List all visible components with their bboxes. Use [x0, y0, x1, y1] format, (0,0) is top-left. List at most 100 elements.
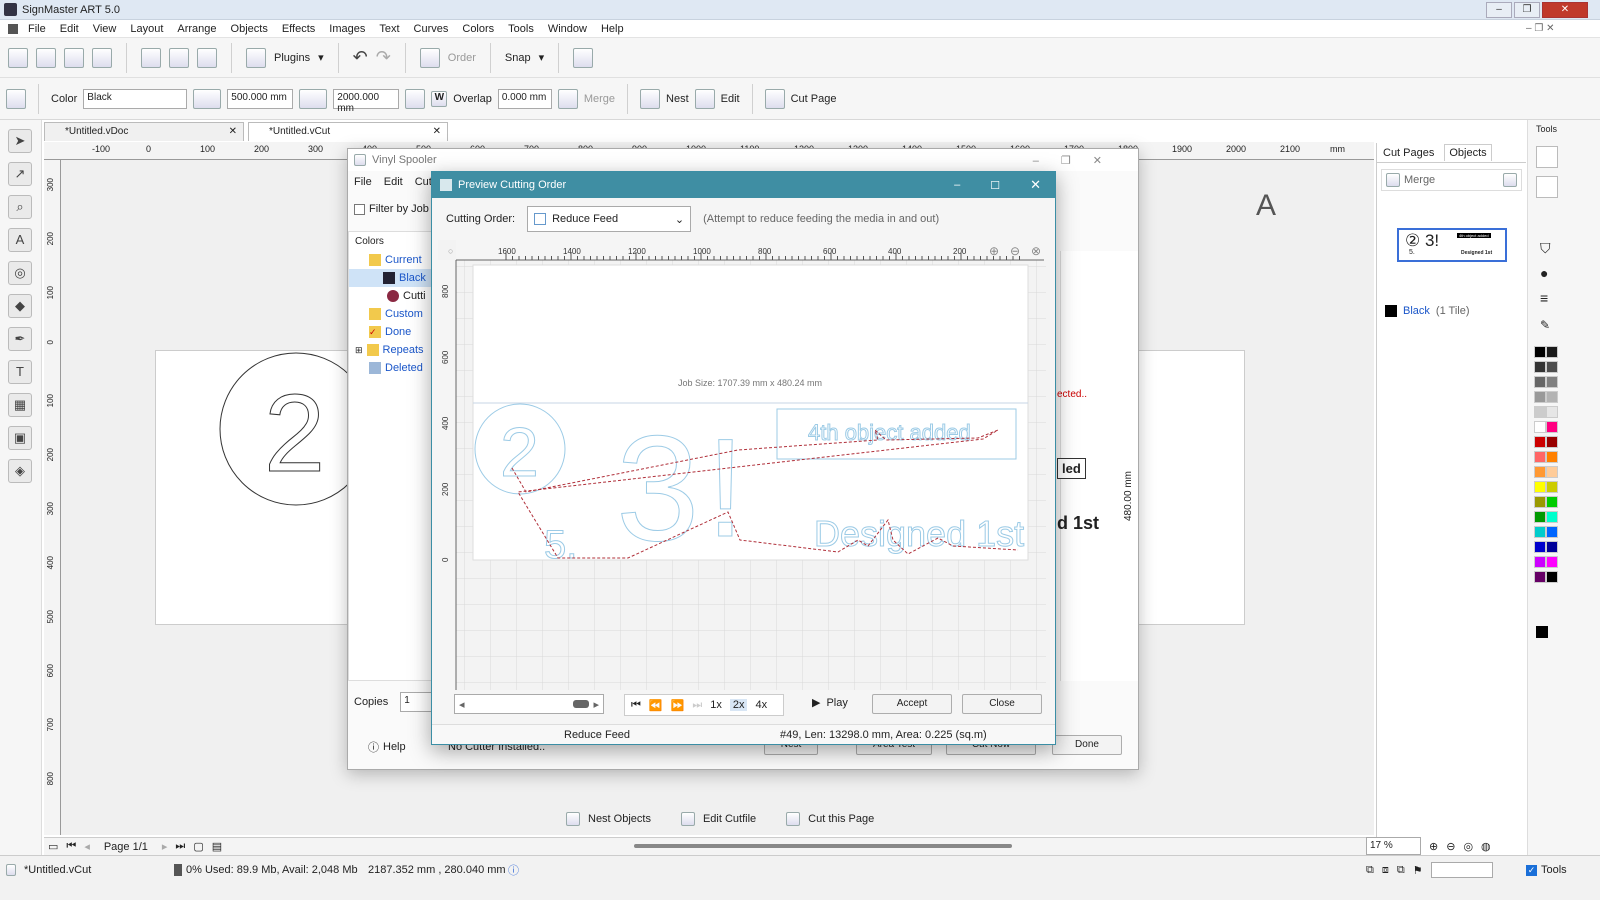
preview-viewport[interactable]: 1600 1400 1200 1000 800 600 400 200 80060040020…: [438, 240, 1050, 690]
chevron-down-icon[interactable]: ▾: [318, 51, 324, 64]
page-options-icon[interactable]: [1503, 173, 1517, 187]
tab-objects[interactable]: Objects: [1444, 144, 1492, 161]
lines-icon[interactable]: ≡: [1540, 290, 1548, 306]
menu-file[interactable]: File: [28, 23, 46, 35]
zoom-glass-icon[interactable]: ○: [448, 246, 453, 256]
text-tool-icon[interactable]: A: [8, 228, 32, 252]
spooler-window-controls[interactable]: –❐✕: [1033, 154, 1124, 167]
palette-swatch[interactable]: [1534, 451, 1546, 463]
palette-swatch[interactable]: [1534, 571, 1546, 583]
zoom-out-icon[interactable]: ⊖: [1446, 840, 1455, 853]
dialog-minimize-button[interactable]: –: [954, 179, 960, 191]
tree-item-deleted[interactable]: Deleted: [349, 359, 431, 377]
palette-swatch[interactable]: [1546, 346, 1558, 358]
speed-2x[interactable]: 2x: [729, 699, 748, 711]
menu-effects[interactable]: Effects: [282, 23, 315, 35]
palette-swatch[interactable]: [1546, 481, 1558, 493]
menu-edit[interactable]: Edit: [60, 23, 79, 35]
close-app-button[interactable]: ✕: [1542, 2, 1588, 18]
pen-tool-icon[interactable]: ✒: [8, 327, 32, 351]
palette-swatch[interactable]: [1546, 451, 1558, 463]
status-input[interactable]: [1430, 862, 1493, 878]
tab-vcut[interactable]: *Untitled.vCut ✕: [248, 122, 448, 141]
nest-icon[interactable]: [640, 88, 661, 109]
media-width-field[interactable]: 500.000 mm: [227, 88, 294, 109]
edit-icon[interactable]: [694, 88, 715, 109]
shape-tool-icon[interactable]: ◎: [8, 261, 32, 285]
filter-checkbox[interactable]: [354, 203, 365, 215]
node-edit-icon[interactable]: ↗: [8, 162, 32, 186]
nest-objects-button[interactable]: Nest Objects: [588, 813, 651, 825]
cut-page-icon[interactable]: [764, 88, 785, 109]
nest-button[interactable]: Nest: [666, 93, 689, 105]
plugins-icon[interactable]: [246, 47, 266, 68]
pencil-icon[interactable]: ✎: [1540, 318, 1550, 332]
maximize-button[interactable]: ❐: [1514, 2, 1540, 18]
cut-page-thumbnail[interactable]: ② 3! 5. 4th object added Designed 1st: [1397, 228, 1507, 262]
scroll-right-icon[interactable]: ▸: [593, 698, 599, 711]
snap-button[interactable]: Snap: [505, 52, 531, 64]
play-button[interactable]: ▶ Play: [812, 696, 848, 710]
menu-view[interactable]: View: [93, 23, 117, 35]
color-entry[interactable]: Black (1 Tile): [1385, 305, 1470, 317]
palette-swatch[interactable]: [1546, 556, 1558, 568]
step-back-icon[interactable]: ⏪: [649, 699, 663, 712]
copies-field[interactable]: 1: [400, 692, 435, 712]
cut-page-icon[interactable]: [786, 812, 801, 826]
edit-button[interactable]: Edit: [721, 93, 740, 105]
redo-icon[interactable]: ↷: [376, 47, 391, 68]
zoom-out-icon[interactable]: ⊖: [1010, 244, 1020, 258]
tile-icon[interactable]: [405, 88, 426, 109]
chevron-down-icon[interactable]: ▾: [539, 51, 545, 64]
order-button[interactable]: Order: [448, 52, 476, 64]
text-frame-icon[interactable]: T: [8, 360, 32, 384]
overlap-field[interactable]: 0.000 mm: [497, 88, 552, 109]
close-button[interactable]: Close: [962, 694, 1042, 714]
w-button[interactable]: W: [431, 90, 448, 107]
palette-swatch[interactable]: [1546, 391, 1558, 403]
accept-button[interactable]: Accept: [872, 694, 952, 714]
palette-swatch[interactable]: [1534, 346, 1546, 358]
menu-arrange[interactable]: Arrange: [177, 23, 216, 35]
dialog-close-button[interactable]: ✕: [1030, 177, 1041, 193]
last-step-icon[interactable]: ⏭: [692, 699, 702, 712]
zoom-fit-icon[interactable]: ◎: [1463, 840, 1473, 853]
delete-page-icon[interactable]: ▤: [212, 840, 222, 853]
expand-icon[interactable]: ⊞: [355, 345, 363, 356]
palette-swatch[interactable]: [1534, 466, 1546, 478]
close-icon[interactable]: ✕: [433, 126, 441, 137]
palette-swatch[interactable]: [1546, 376, 1558, 388]
layers-icon[interactable]: ⧉: [1366, 864, 1374, 877]
current-color-swatch[interactable]: [1536, 626, 1548, 638]
menu-colors[interactable]: Colors: [462, 23, 494, 35]
palette-swatch[interactable]: [1534, 406, 1546, 418]
info-icon[interactable]: ⓘ: [508, 862, 519, 878]
palette-swatch[interactable]: [1534, 541, 1546, 553]
horizontal-scrollbar[interactable]: [634, 844, 1012, 848]
circle-icon[interactable]: ●: [1540, 265, 1548, 281]
palette-swatch[interactable]: [1534, 511, 1546, 523]
palette-swatch[interactable]: [1546, 526, 1558, 538]
done-button[interactable]: Done: [1052, 735, 1122, 755]
merge-icon[interactable]: [1386, 173, 1400, 187]
minimize-button[interactable]: –: [1486, 2, 1512, 18]
next-page-icon[interactable]: ▸: [162, 840, 168, 853]
zoom-field[interactable]: 17 %: [1366, 837, 1421, 855]
zoom-fit-icon[interactable]: ⊗: [1031, 244, 1041, 258]
edit-cutfile-icon[interactable]: [680, 812, 695, 826]
cutter-settings-icon[interactable]: [6, 88, 26, 109]
menu-objects[interactable]: Objects: [231, 23, 268, 35]
open-document-icon[interactable]: [36, 47, 56, 68]
zoom-in-icon[interactable]: ⊕: [989, 244, 999, 258]
merge-button[interactable]: Merge: [584, 93, 615, 105]
close-icon[interactable]: ✕: [229, 126, 237, 137]
import-icon[interactable]: [64, 47, 84, 68]
zoom-page-icon[interactable]: ◍: [1481, 840, 1491, 853]
plugins-button[interactable]: Plugins: [274, 52, 310, 64]
nest-objects-icon[interactable]: [566, 812, 580, 826]
effects-icon[interactable]: ▦: [8, 393, 32, 417]
tab-vdoc[interactable]: *Untitled.vDoc ✕: [44, 122, 244, 141]
merge-button[interactable]: Merge: [1404, 174, 1435, 186]
menu-curves[interactable]: Curves: [414, 23, 449, 35]
cutting-order-select[interactable]: Reduce Feed ⌄: [527, 206, 692, 232]
